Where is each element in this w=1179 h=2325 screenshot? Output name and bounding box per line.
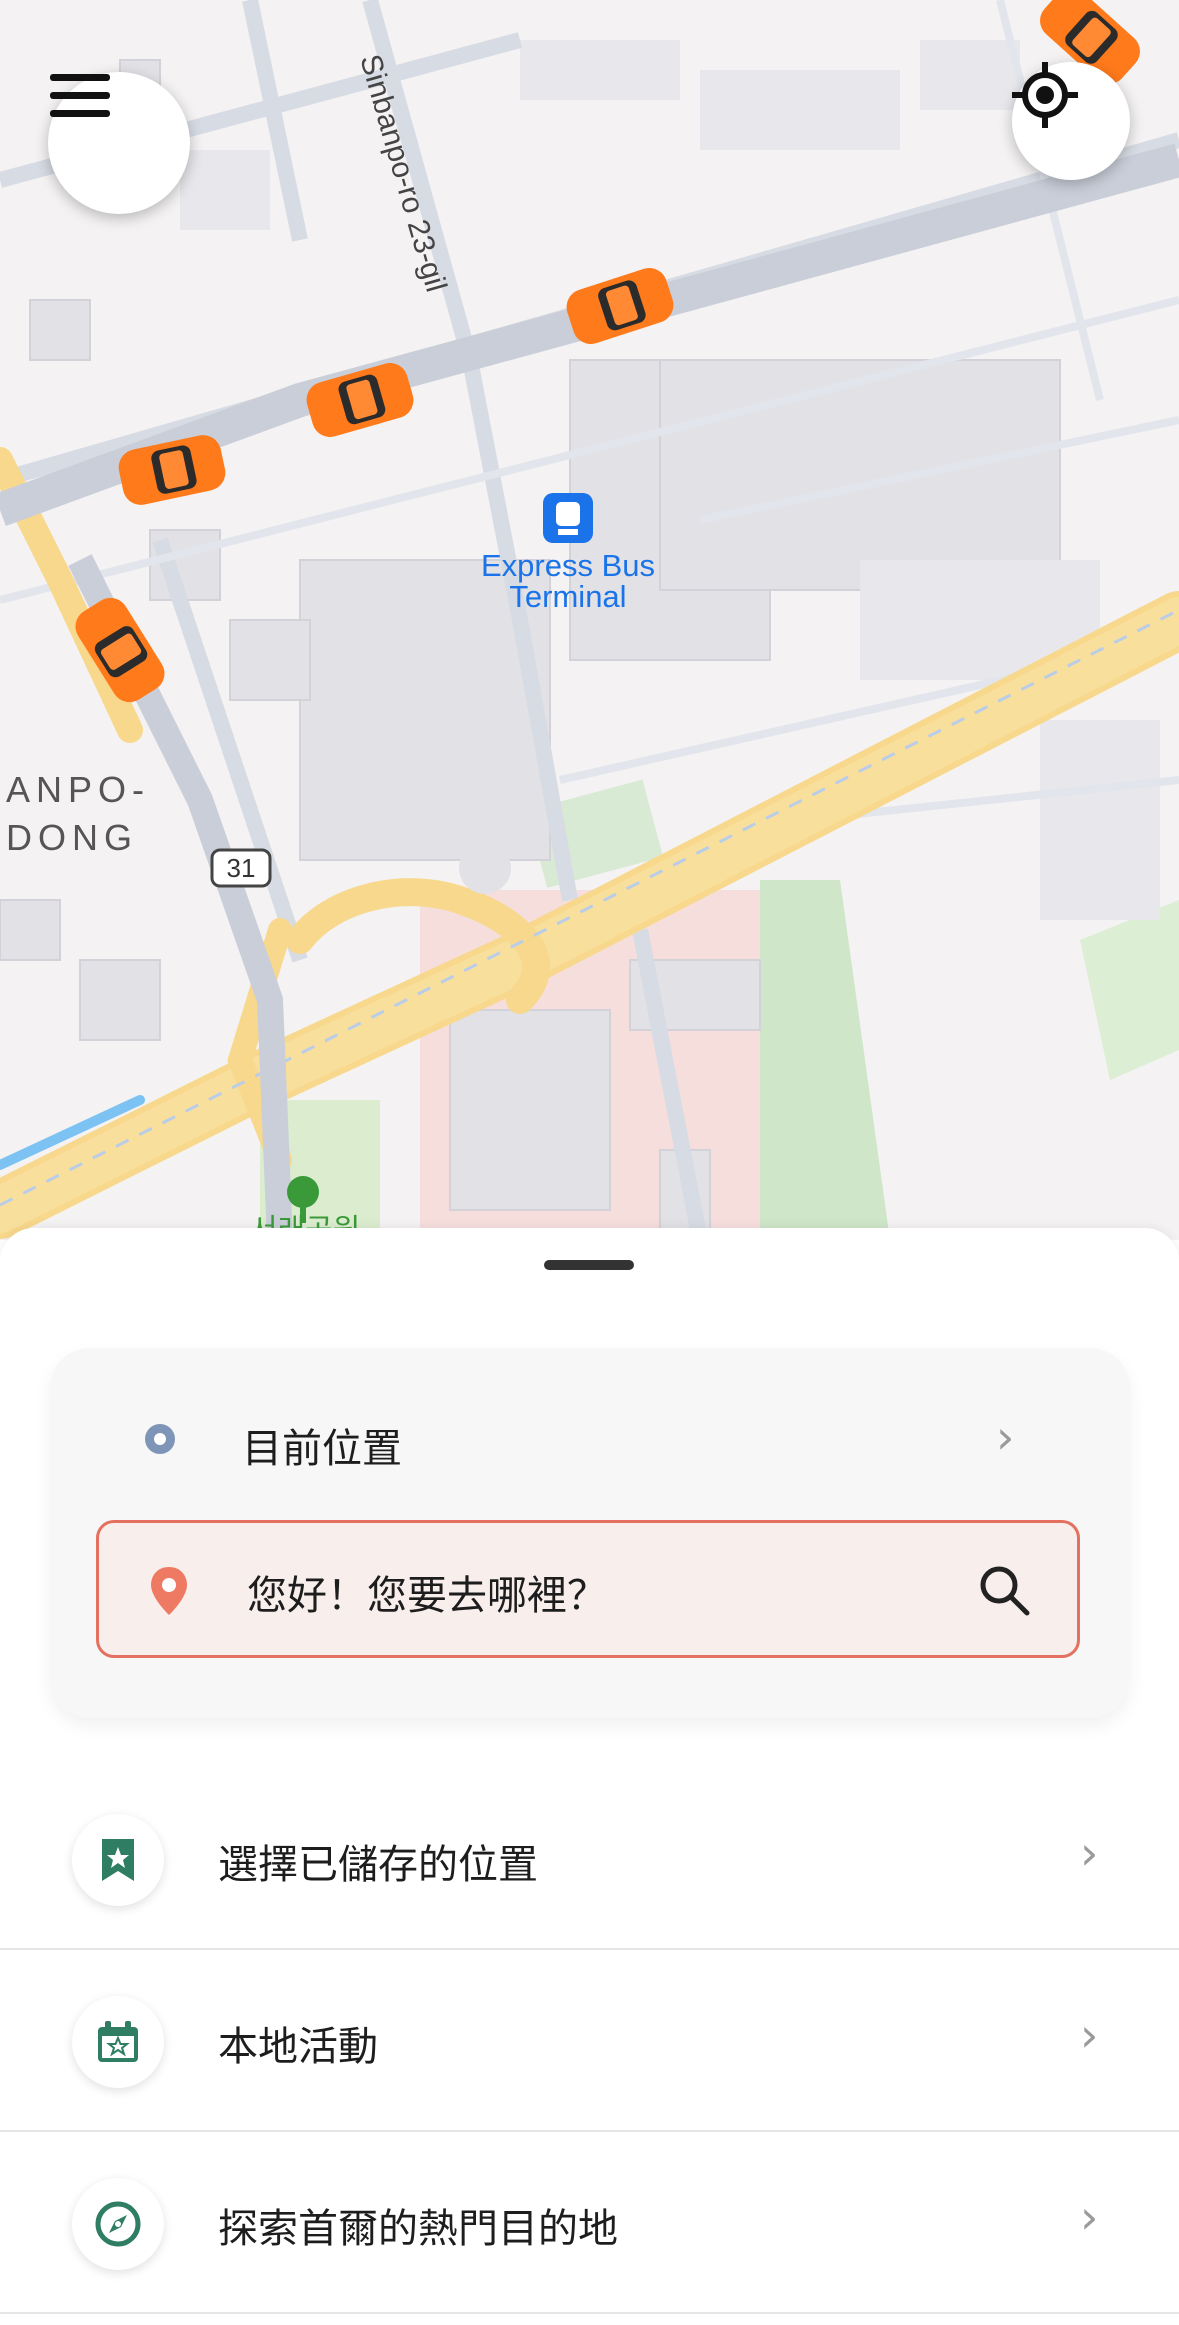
chevron-right-icon: ›: [1080, 2190, 1099, 2244]
map-pin-icon: [151, 1567, 187, 1615]
locate-me-button[interactable]: [1012, 62, 1130, 180]
crosshair-locate-icon: [1012, 62, 1078, 128]
compass-icon: [95, 2201, 141, 2247]
district-label-line1: ANPO-: [6, 769, 150, 810]
list-item-label: 本地活動: [218, 2024, 378, 2070]
icon-container: [72, 2178, 164, 2270]
icon-container: [72, 1996, 164, 2088]
poi-label-line2: Terminal: [509, 579, 626, 614]
sheet-drag-handle[interactable]: [544, 1260, 634, 1270]
menu-button[interactable]: [48, 72, 190, 214]
calendar-star-icon: [98, 2021, 138, 2062]
location-card: 目前位置 › 您好！您要去哪裡？: [50, 1348, 1130, 1718]
list-item-local-events[interactable]: 本地活動 ›: [0, 1950, 1179, 2132]
current-location-row[interactable]: 目前位置 ›: [50, 1388, 1130, 1498]
list-item-label: 探索首爾的熱門目的地: [218, 2206, 618, 2252]
origin-dot-icon: [145, 1424, 175, 1454]
list-item-label: 選擇已儲存的位置: [218, 1842, 538, 1888]
poi-label-line1: Express Bus: [481, 548, 655, 583]
district-label-line2: DONG: [6, 817, 138, 858]
route-shield-label: 31: [227, 853, 256, 883]
bottom-sheet[interactable]: 目前位置 › 您好！您要去哪裡？ 選擇已儲存的位置 › 本地活動 › 探索首爾的…: [0, 1228, 1179, 2325]
destination-search-field[interactable]: 您好！您要去哪裡？: [96, 1520, 1080, 1658]
map-canvas: 31 Sinbanpo-ro 23-gil Express Bus Termin…: [0, 0, 1179, 1240]
current-location-label: 目前位置: [242, 1426, 402, 1472]
icon-container: [72, 1814, 164, 1906]
map-view[interactable]: 31 Sinbanpo-ro 23-gil Express Bus Termin…: [0, 0, 1179, 1240]
hamburger-menu-icon: [50, 74, 110, 117]
bookmark-star-icon: [102, 1839, 134, 1881]
search-icon[interactable]: [977, 1563, 1031, 1617]
destination-placeholder: 您好！您要去哪裡？: [247, 1573, 607, 1619]
chevron-right-icon: ›: [1080, 2008, 1099, 2062]
list-item-explore-destinations[interactable]: 探索首爾的熱門目的地 ›: [0, 2132, 1179, 2314]
chevron-right-icon: ›: [1080, 1826, 1099, 1880]
list-item-saved-places[interactable]: 選擇已儲存的位置 ›: [0, 1768, 1179, 1950]
chevron-right-icon: ›: [996, 1410, 1015, 1464]
